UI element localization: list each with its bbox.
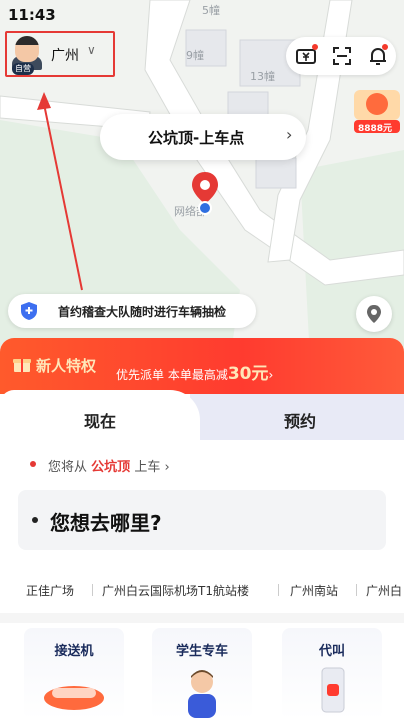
status-time: 11:43 xyxy=(8,6,56,24)
student-icon xyxy=(188,670,216,718)
self-operated-badge: 自营 xyxy=(12,63,34,75)
service-call-for-others[interactable]: 代叫 xyxy=(282,628,382,720)
service-title: 接送机 xyxy=(54,644,94,659)
tab-reserve-label: 预约 xyxy=(284,412,317,431)
service-title: 学生专车 xyxy=(175,644,228,659)
shield-icon xyxy=(21,302,37,320)
pickup-label: 公坑顶-上车点 xyxy=(148,129,245,147)
chevron-right-icon: › xyxy=(268,368,274,382)
airport-car-icon xyxy=(44,686,104,710)
chevron-right-icon: › xyxy=(286,125,293,144)
city-name: 广州 xyxy=(51,48,79,64)
destination-placeholder: 您想去哪里? xyxy=(50,511,162,535)
origin-place: 公坑顶 xyxy=(91,460,131,475)
building-label: 9幢 xyxy=(186,49,204,62)
destination-dot xyxy=(32,517,38,523)
locate-pin-icon xyxy=(367,305,381,323)
city-selector[interactable]: 自营 广州 ∨ xyxy=(5,31,115,77)
suggestion-item[interactable]: 广州白云国际机场T1航站楼 xyxy=(102,582,249,599)
chevron-down-icon: ∨ xyxy=(87,43,96,57)
destination-suggestions: 正佳广场 广州白云国际机场T1航站楼 广州南站 广州白 xyxy=(0,578,404,604)
tab-now-label: 现在 xyxy=(84,412,117,431)
notice-text: 首约稽查大队随时进行车辆抽检 xyxy=(58,305,227,319)
phone-icon xyxy=(321,667,345,713)
promo-floating-badge[interactable]: 8888元 xyxy=(350,88,404,136)
ride-tabs: 预约 现在 xyxy=(0,390,404,440)
origin-line[interactable]: 您将从 公坑顶 上车 › xyxy=(48,456,170,475)
destination-input[interactable]: 您想去哪里? xyxy=(18,490,386,550)
inspection-notice[interactable]: 首约稽查大队随时进行车辆抽检 xyxy=(8,294,256,328)
section-divider xyxy=(0,613,404,623)
promo-amount: 8888元 xyxy=(358,124,393,134)
location-pin-icon xyxy=(190,170,220,220)
building-label: 13幢 xyxy=(250,70,275,83)
service-airport-transfer[interactable]: 接送机 xyxy=(24,628,124,720)
newcomer-banner[interactable]: 新人特权 优先派单 本单最高减30元› xyxy=(0,338,404,394)
banner-amount: 30元 xyxy=(227,364,269,384)
chevron-right-icon: › xyxy=(164,460,170,475)
gift-icon xyxy=(13,359,31,372)
suggestion-item[interactable]: 广州南站 xyxy=(290,582,338,599)
tab-now[interactable]: 现在 xyxy=(0,390,200,440)
avatar[interactable]: 自营 xyxy=(10,36,44,75)
bell-icon[interactable] xyxy=(366,44,390,68)
suggestion-item[interactable]: 广州白 xyxy=(366,582,402,599)
suggestion-item[interactable]: 正佳广场 xyxy=(26,582,74,599)
top-actions xyxy=(286,37,396,75)
service-student-car[interactable]: 学生专车 xyxy=(152,628,252,720)
bottom-sheet: 新人特权 优先派单 本单最高减30元› 预约 现在 您将从 公坑顶 上车 › 您… xyxy=(0,338,404,720)
service-title: 代叫 xyxy=(318,644,345,659)
locate-button[interactable] xyxy=(356,296,392,332)
coupon-icon[interactable] xyxy=(294,44,318,68)
banner-title: 新人特权 xyxy=(36,357,97,375)
origin-dot xyxy=(30,461,36,467)
tab-reserve[interactable]: 预约 xyxy=(190,394,404,440)
banner-subtitle: 优先派单 本单最高减30元› xyxy=(116,364,274,384)
scan-icon[interactable] xyxy=(330,44,354,68)
status-bar: 11:43 xyxy=(0,0,404,30)
pickup-point-button[interactable]: 公坑顶-上车点 › xyxy=(100,114,306,160)
